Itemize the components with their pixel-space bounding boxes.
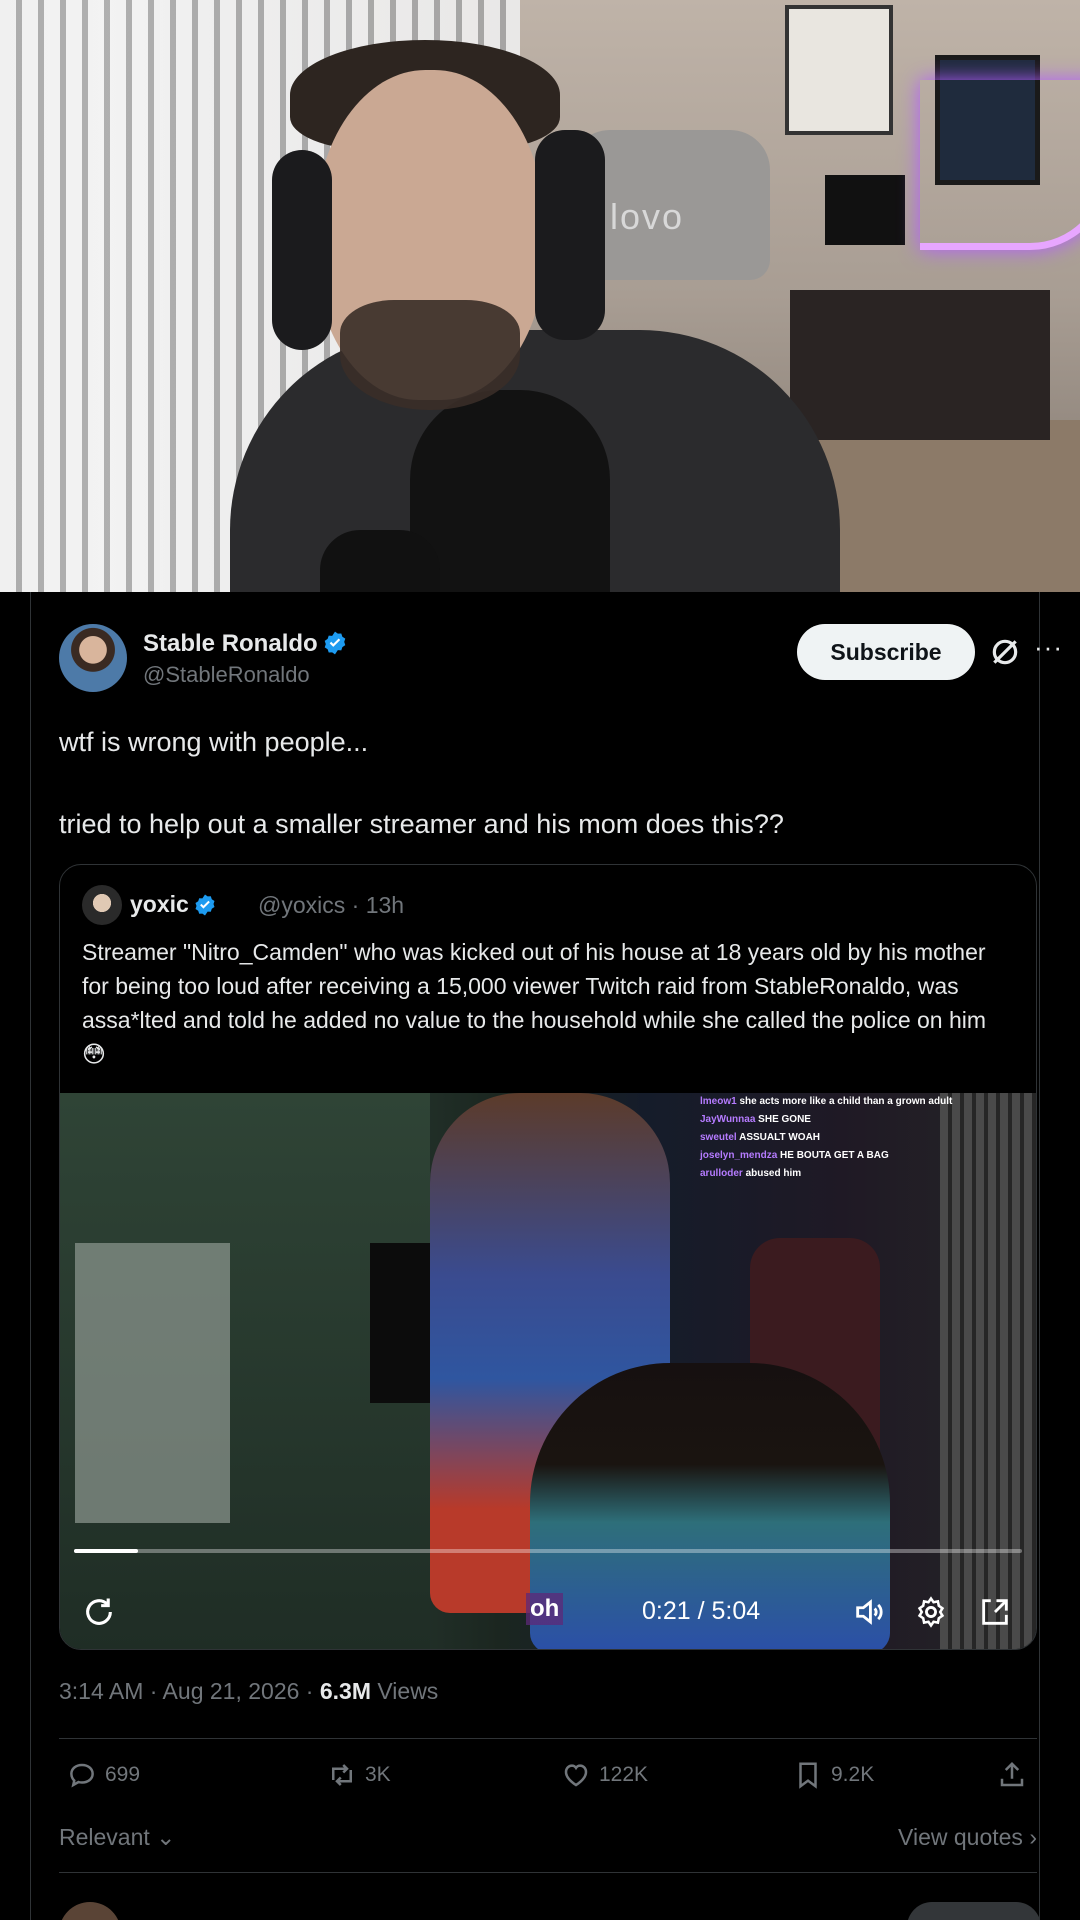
video-time: 0:21 / 5:04	[642, 1597, 761, 1625]
grok-icon[interactable]	[989, 636, 1021, 668]
chat-message: JayWunnaa SHE GONE	[700, 1111, 1036, 1129]
quote-author-handle[interactable]: @yoxics · 13h	[258, 892, 404, 919]
repost-count: 3K	[365, 1763, 391, 1786]
webcam-feed: lovo	[0, 0, 1080, 592]
reply-action-button[interactable]	[907, 1902, 1041, 1920]
views-count: 6.3M	[319, 1678, 371, 1704]
video-scene-dresser	[75, 1243, 230, 1523]
sort-dropdown[interactable]: Relevant ⌄	[59, 1824, 175, 1851]
chat-username: sweutel	[700, 1132, 740, 1143]
author-name-line[interactable]: Stable Ronaldo	[143, 630, 348, 658]
heart-icon	[564, 1764, 588, 1787]
views-label: Views	[370, 1678, 439, 1704]
author-handle[interactable]: @StableRonaldo	[143, 662, 310, 688]
view-quotes-label: View quotes	[898, 1824, 1023, 1850]
volume-icon[interactable]	[852, 1595, 886, 1629]
chat-username: arulloder	[700, 1168, 746, 1179]
quoted-tweet[interactable]: yoxic @yoxics · 13h Streamer "Nitro_Camd…	[59, 864, 1037, 1650]
verified-badge-icon	[324, 631, 345, 655]
chat-text: SHE GONE	[758, 1114, 811, 1125]
tweet-text: wtf is wrong with people... tried to hel…	[59, 722, 1019, 845]
like-count: 122K	[599, 1763, 649, 1786]
tweet-text-line: tried to help out a smaller streamer and…	[59, 809, 784, 839]
reply-icon	[70, 1763, 94, 1788]
share-icon	[1000, 1761, 1024, 1787]
tweet-actions: 699 3K 122K 9.2K	[59, 1744, 1037, 1804]
chat-message: arulloder abused him	[700, 1165, 1036, 1183]
neon-light	[920, 80, 1080, 250]
streamer-shirt	[410, 390, 610, 592]
chat-message: sweutel ASSUALT WOAH	[700, 1129, 1036, 1147]
chat-text: she acts more like a child than a grown …	[739, 1096, 953, 1107]
author-avatar[interactable]	[59, 624, 127, 692]
chat-message: lmeow1 she acts more like a child than a…	[700, 1093, 1036, 1111]
reply-button[interactable]: 699	[67, 1758, 140, 1792]
more-options-icon[interactable]: ···	[1034, 632, 1063, 663]
replies-sort-row: Relevant ⌄ View quotes ›	[59, 1820, 1037, 1856]
reply-author-avatar[interactable]	[59, 1902, 121, 1920]
wall-frame	[825, 175, 905, 245]
quote-author-avatar[interactable]	[82, 885, 122, 925]
verified-badge-icon	[195, 894, 215, 916]
picture-in-picture-icon[interactable]	[978, 1595, 1012, 1629]
sort-label: Relevant	[59, 1824, 150, 1850]
headphones	[535, 130, 605, 340]
video-progress-fill	[74, 1549, 138, 1553]
chat-text: ASSUALT WOAH	[739, 1132, 821, 1143]
quote-header: yoxic @yoxics · 13h	[82, 885, 982, 925]
chevron-right-icon: ›	[1029, 1824, 1037, 1850]
chat-text: abused him	[745, 1168, 802, 1179]
chat-username: lmeow1	[700, 1096, 740, 1107]
streamer-beard	[340, 300, 520, 410]
divider	[59, 1872, 1037, 1873]
tweet-text-line: wtf is wrong with people...	[59, 727, 369, 757]
room-shelf	[790, 290, 1050, 440]
tweet-meta: 3:14 AM · Aug 21, 2026 · 6.3M Views	[59, 1678, 438, 1705]
quote-text: Streamer "Nitro_Camden" who was kicked o…	[82, 939, 987, 1067]
chat-text: HE BOUTA GET A BAG	[780, 1150, 889, 1161]
chat-message: joselyn_mendza HE BOUTA GET A BAG	[700, 1147, 1036, 1165]
video-controls: oh 0:21 / 5:04	[60, 1583, 1036, 1639]
video-player[interactable]: lmeow1 she acts more like a child than a…	[60, 1093, 1036, 1649]
share-button[interactable]	[997, 1758, 1027, 1792]
chat-username: joselyn_mendza	[700, 1150, 781, 1161]
replay-icon[interactable]	[82, 1595, 116, 1629]
chair-brand: lovo	[610, 196, 685, 237]
microphone	[320, 530, 440, 592]
view-quotes-link[interactable]: View quotes ›	[898, 1824, 1037, 1851]
headphones	[272, 150, 332, 350]
chevron-down-icon: ⌄	[156, 1824, 176, 1850]
repost-button[interactable]: 3K	[327, 1758, 391, 1792]
wall-frame	[785, 5, 893, 135]
author-name[interactable]: Stable Ronaldo	[143, 630, 318, 657]
divider	[59, 1738, 1037, 1739]
settings-gear-icon[interactable]	[914, 1595, 948, 1629]
quote-author-name-line[interactable]: yoxic	[130, 891, 217, 918]
like-button[interactable]: 122K	[561, 1758, 648, 1792]
bookmark-button[interactable]: 9.2K	[793, 1758, 874, 1792]
repost-icon	[332, 1764, 352, 1786]
quote-author-name[interactable]: yoxic	[130, 891, 189, 917]
bookmark-icon	[799, 1762, 817, 1789]
tweet-detail: Stable Ronaldo @StableRonaldo Subscribe …	[30, 592, 1062, 1920]
tweet-author-row: Stable Ronaldo @StableRonaldo Subscribe …	[59, 624, 1062, 694]
video-caption: oh	[526, 1593, 564, 1625]
reply-count: 699	[105, 1763, 141, 1786]
stream-chat-overlay: lmeow1 she acts more like a child than a…	[700, 1093, 1036, 1183]
video-progress-bar[interactable]	[74, 1549, 1022, 1553]
bookmark-count: 9.2K	[831, 1763, 875, 1786]
subscribe-button[interactable]: Subscribe	[797, 624, 975, 680]
tweet-timestamp[interactable]: 3:14 AM · Aug 21, 2026 ·	[59, 1678, 320, 1704]
chat-username: JayWunnaa	[700, 1114, 759, 1125]
